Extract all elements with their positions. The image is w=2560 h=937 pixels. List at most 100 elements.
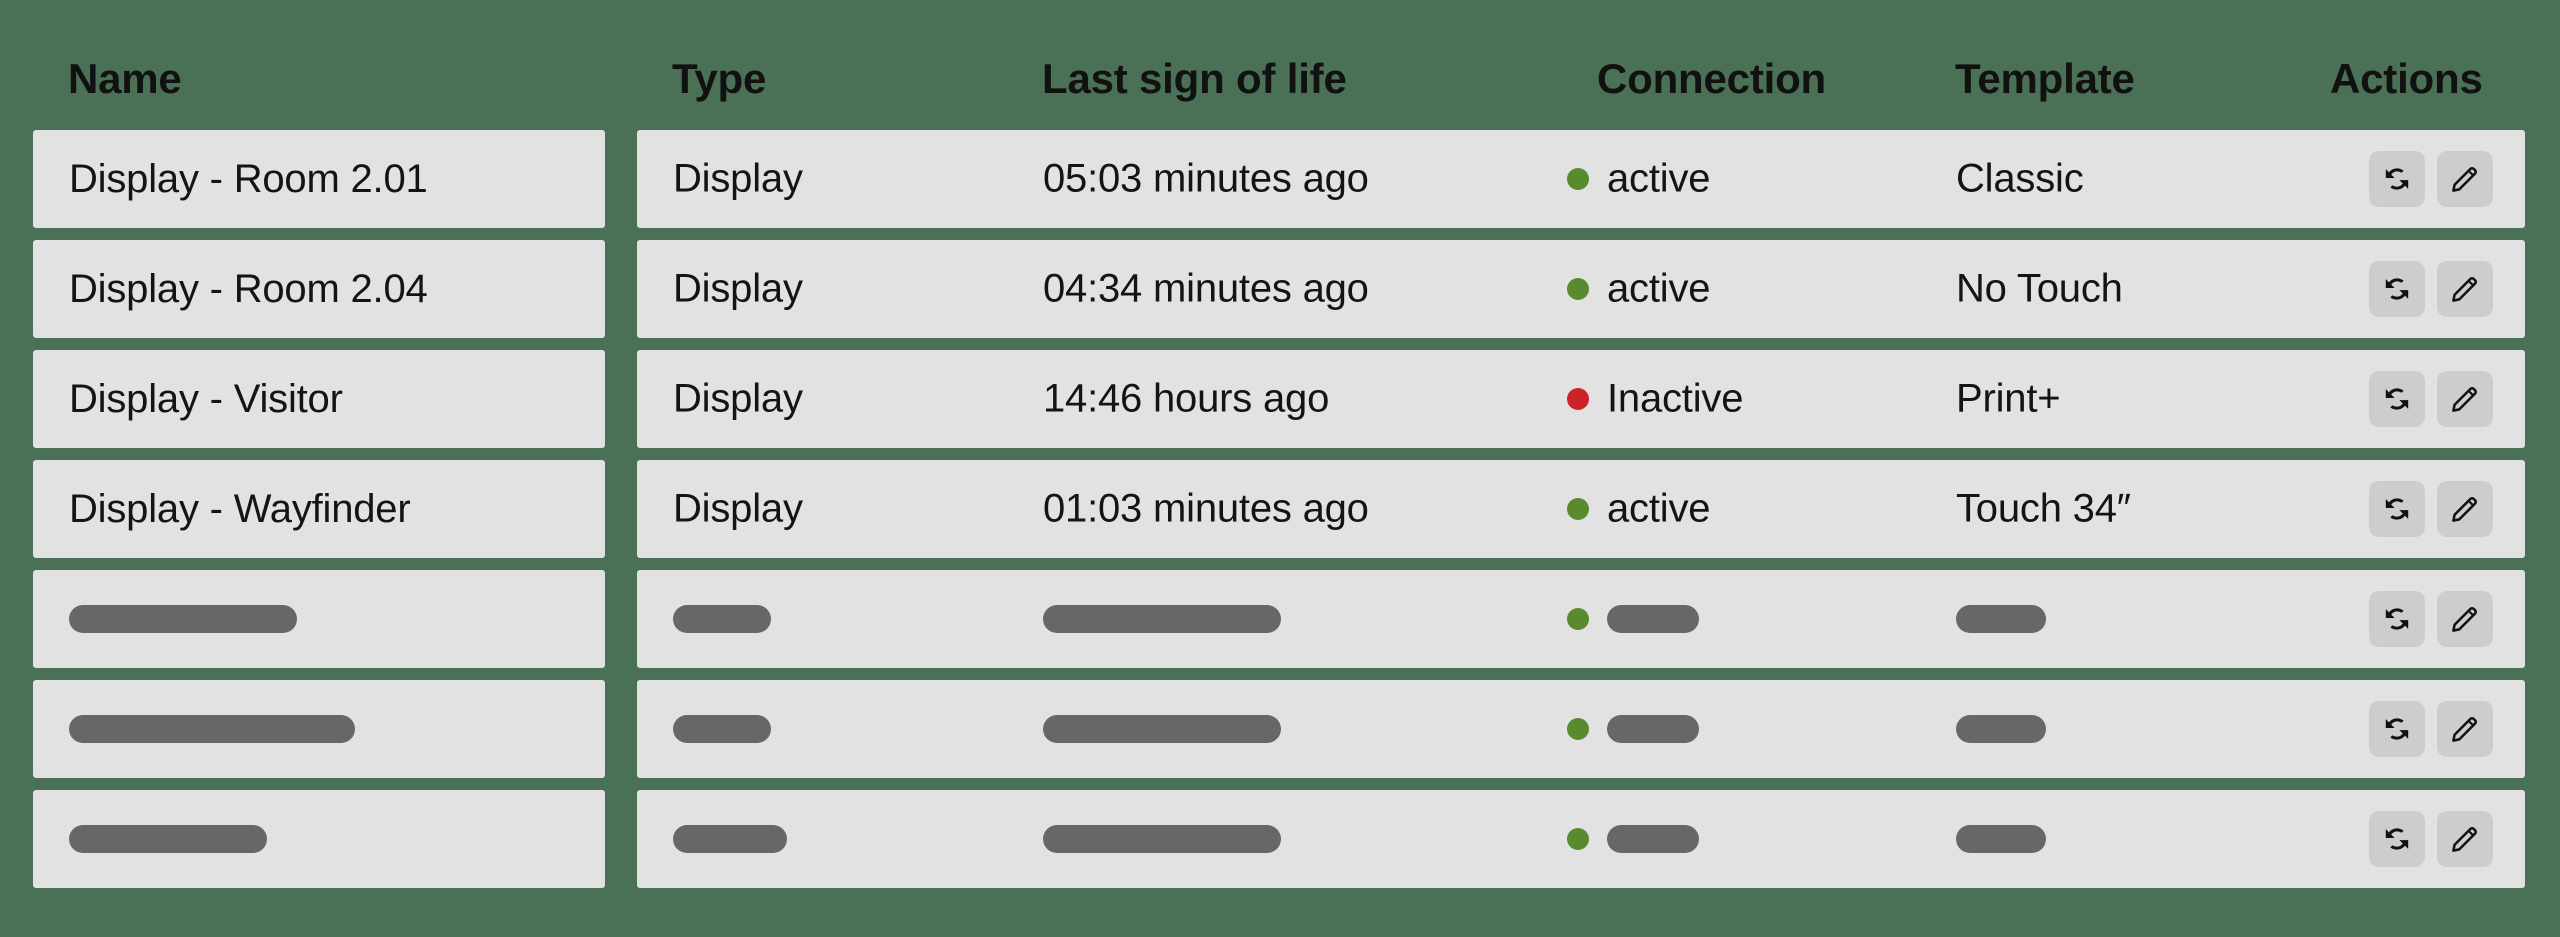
skeleton-bar-name bbox=[69, 825, 267, 853]
pencil-icon bbox=[2449, 493, 2481, 525]
row-details-card[interactable]: Display 14:46 hours ago Inactive Print+ bbox=[637, 350, 2525, 448]
table-body: Display - Room 2.01 Display 05:03 minutes … bbox=[0, 130, 2560, 900]
skeleton-bar-type bbox=[673, 715, 771, 743]
cell-connection: active bbox=[1607, 266, 1711, 311]
status-dot bbox=[1567, 388, 1589, 410]
cell-template: Touch 34″ bbox=[1956, 486, 2131, 531]
refresh-button[interactable] bbox=[2369, 701, 2425, 757]
cell-template: Print+ bbox=[1956, 376, 2061, 421]
row-name-card[interactable] bbox=[33, 570, 605, 668]
row-details-card[interactable] bbox=[637, 570, 2525, 668]
refresh-icon bbox=[2380, 492, 2414, 526]
refresh-icon bbox=[2380, 822, 2414, 856]
edit-button[interactable] bbox=[2437, 261, 2493, 317]
status-dot bbox=[1567, 498, 1589, 520]
status-dot bbox=[1567, 718, 1589, 740]
status-dot bbox=[1567, 278, 1589, 300]
row-name-card[interactable]: Display - Room 2.04 bbox=[33, 240, 605, 338]
refresh-icon bbox=[2380, 272, 2414, 306]
skeleton-bar-connection bbox=[1607, 605, 1699, 633]
cell-connection: Inactive bbox=[1607, 376, 1744, 421]
edit-button[interactable] bbox=[2437, 151, 2493, 207]
cell-last-sign-of-life: 04:34 minutes ago bbox=[1043, 266, 1369, 311]
status-dot bbox=[1567, 168, 1589, 190]
row-actions bbox=[2369, 811, 2493, 867]
skeleton-bar-last-sign bbox=[1043, 715, 1281, 743]
row-actions bbox=[2369, 701, 2493, 757]
skeleton-bar-name bbox=[69, 715, 355, 743]
skeleton-bar-template bbox=[1956, 605, 2046, 633]
refresh-icon bbox=[2380, 712, 2414, 746]
table-row[interactable] bbox=[0, 570, 2560, 680]
refresh-icon bbox=[2380, 162, 2414, 196]
skeleton-bar-name bbox=[69, 605, 297, 633]
cell-name: Display - Visitor bbox=[69, 376, 343, 421]
device-table-screen: Name Type Last sign of life Connection T… bbox=[0, 0, 2560, 937]
cell-type: Display bbox=[673, 266, 803, 311]
skeleton-bar-type bbox=[673, 605, 771, 633]
refresh-button[interactable] bbox=[2369, 261, 2425, 317]
cell-name: Display - Wayfinder bbox=[69, 486, 411, 531]
row-actions bbox=[2369, 481, 2493, 537]
row-name-card[interactable]: Display - Room 2.01 bbox=[33, 130, 605, 228]
row-name-card[interactable] bbox=[33, 790, 605, 888]
table-row[interactable]: Display - Room 2.04 Display 04:34 minutes … bbox=[0, 240, 2560, 350]
skeleton-bar-type bbox=[673, 825, 787, 853]
cell-connection: active bbox=[1607, 486, 1711, 531]
row-name-card[interactable]: Display - Wayfinder bbox=[33, 460, 605, 558]
refresh-button[interactable] bbox=[2369, 371, 2425, 427]
row-details-card[interactable]: Display 05:03 minutes ago active Classic bbox=[637, 130, 2525, 228]
status-dot bbox=[1567, 828, 1589, 850]
column-header-name: Name bbox=[68, 55, 182, 102]
pencil-icon bbox=[2449, 603, 2481, 635]
refresh-button[interactable] bbox=[2369, 481, 2425, 537]
table-row[interactable] bbox=[0, 680, 2560, 790]
cell-template: No Touch bbox=[1956, 266, 2123, 311]
skeleton-bar-last-sign bbox=[1043, 825, 1281, 853]
row-name-card[interactable] bbox=[33, 680, 605, 778]
cell-type: Display bbox=[673, 376, 803, 421]
column-header-template: Template bbox=[1955, 55, 2135, 102]
refresh-icon bbox=[2380, 602, 2414, 636]
pencil-icon bbox=[2449, 383, 2481, 415]
status-dot bbox=[1567, 608, 1589, 630]
table-header: Name Type Last sign of life Connection T… bbox=[0, 0, 2560, 130]
cell-last-sign-of-life: 01:03 minutes ago bbox=[1043, 486, 1369, 531]
row-actions bbox=[2369, 591, 2493, 647]
row-details-card[interactable] bbox=[637, 680, 2525, 778]
refresh-button[interactable] bbox=[2369, 151, 2425, 207]
cell-connection: active bbox=[1607, 156, 1711, 201]
cell-last-sign-of-life: 05:03 minutes ago bbox=[1043, 156, 1369, 201]
column-header-actions: Actions bbox=[2330, 55, 2483, 102]
edit-button[interactable] bbox=[2437, 811, 2493, 867]
edit-button[interactable] bbox=[2437, 701, 2493, 757]
column-header-connection: Connection bbox=[1597, 55, 1826, 102]
pencil-icon bbox=[2449, 273, 2481, 305]
table-row[interactable] bbox=[0, 790, 2560, 900]
refresh-button[interactable] bbox=[2369, 811, 2425, 867]
row-details-card[interactable]: Display 04:34 minutes ago active No Touch bbox=[637, 240, 2525, 338]
table-row[interactable]: Display - Wayfinder Display 01:03 minutes … bbox=[0, 460, 2560, 570]
cell-name: Display - Room 2.04 bbox=[69, 266, 428, 311]
column-header-type: Type bbox=[672, 55, 767, 102]
cell-last-sign-of-life: 14:46 hours ago bbox=[1043, 376, 1330, 421]
pencil-icon bbox=[2449, 163, 2481, 195]
cell-template: Classic bbox=[1956, 156, 2084, 201]
row-name-card[interactable]: Display - Visitor bbox=[33, 350, 605, 448]
skeleton-bar-template bbox=[1956, 825, 2046, 853]
edit-button[interactable] bbox=[2437, 481, 2493, 537]
cell-name: Display - Room 2.01 bbox=[69, 156, 428, 201]
table-row[interactable]: Display - Room 2.01 Display 05:03 minutes … bbox=[0, 130, 2560, 240]
row-details-card[interactable]: Display 01:03 minutes ago active Touch 34″ bbox=[637, 460, 2525, 558]
edit-button[interactable] bbox=[2437, 591, 2493, 647]
column-header-last-sign: Last sign of life bbox=[1042, 55, 1347, 102]
cell-type: Display bbox=[673, 156, 803, 201]
row-actions bbox=[2369, 371, 2493, 427]
refresh-button[interactable] bbox=[2369, 591, 2425, 647]
pencil-icon bbox=[2449, 713, 2481, 745]
pencil-icon bbox=[2449, 823, 2481, 855]
table-row[interactable]: Display - Visitor Display 14:46 hours ago I… bbox=[0, 350, 2560, 460]
row-details-card[interactable] bbox=[637, 790, 2525, 888]
edit-button[interactable] bbox=[2437, 371, 2493, 427]
skeleton-bar-template bbox=[1956, 715, 2046, 743]
